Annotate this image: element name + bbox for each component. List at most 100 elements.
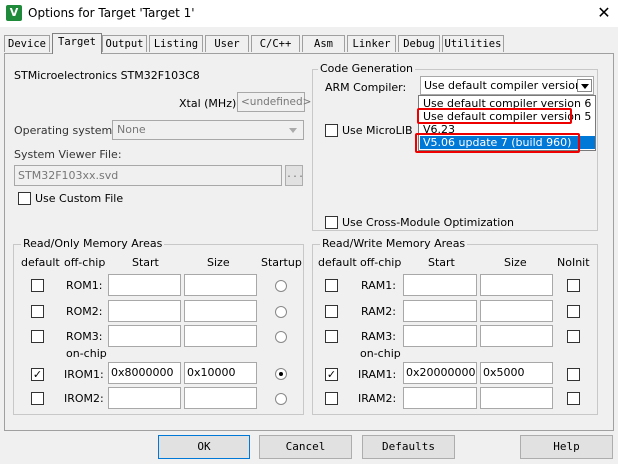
tab-user[interactable]: User (205, 35, 249, 52)
ram3-noinit-checkbox[interactable] (567, 330, 580, 343)
cross-module-label: Use Cross-Module Optimization (342, 216, 515, 229)
ram1-default-checkbox[interactable] (325, 279, 338, 292)
tab-debug[interactable]: Debug (398, 35, 440, 52)
rom3-default-checkbox[interactable] (31, 330, 44, 343)
rw-header-size: Size (504, 256, 527, 269)
ok-button[interactable]: OK (158, 435, 250, 459)
xtal-label: Xtal (MHz): (179, 97, 240, 110)
rom2-start-input[interactable] (108, 300, 181, 322)
tab-linker[interactable]: Linker (347, 35, 396, 52)
rom3-size-input[interactable] (184, 325, 257, 347)
rw-onchip-label: on-chip (360, 347, 401, 360)
irom1-start-input[interactable]: 0x8000000 (108, 362, 181, 384)
iram2-size-input[interactable] (480, 387, 553, 409)
custom-file-label: Use Custom File (35, 192, 124, 205)
ram3-size-input[interactable] (480, 325, 553, 347)
arm-compiler-select[interactable]: Use default compiler version 5 (420, 76, 594, 95)
rom3-label: ROM3: (66, 330, 103, 343)
title-bar: V Options for Target 'Target 1' ✕ (0, 0, 618, 27)
cross-module-checkbox[interactable] (325, 216, 338, 229)
rom1-start-input[interactable] (108, 274, 181, 296)
irom1-default-checkbox[interactable]: ✓ (31, 368, 44, 381)
cancel-button[interactable]: Cancel (259, 435, 352, 459)
rw-memory-title: Read/Write Memory Areas (320, 237, 468, 250)
highlight-box (417, 108, 572, 124)
ram2-default-checkbox[interactable] (325, 305, 338, 318)
rom2-default-checkbox[interactable] (31, 305, 44, 318)
svd-browse-button[interactable]: ... (285, 165, 304, 186)
irom2-label: IROM2: (64, 392, 104, 405)
ro-header-size: Size (207, 256, 230, 269)
iram2-noinit-checkbox[interactable] (567, 392, 580, 405)
ro-header-default: default (21, 256, 60, 269)
defaults-button[interactable]: Defaults (362, 435, 455, 459)
ram3-default-checkbox[interactable] (325, 330, 338, 343)
window-title: Options for Target 'Target 1' (28, 6, 195, 20)
irom1-startup-radio[interactable] (275, 368, 287, 380)
rom3-start-input[interactable] (108, 325, 181, 347)
dropdown-button[interactable] (577, 79, 592, 92)
ro-header-startup: Startup (261, 256, 302, 269)
iram2-start-input[interactable] (403, 387, 477, 409)
ram3-label: RAM3: (361, 330, 396, 343)
tab-output[interactable]: Output (102, 35, 147, 52)
tab-target[interactable]: Target (52, 33, 102, 54)
close-icon[interactable]: ✕ (592, 1, 616, 25)
rom1-size-input[interactable] (184, 274, 257, 296)
os-select[interactable]: None (112, 120, 304, 140)
microlib-checkbox[interactable] (325, 124, 338, 137)
iram1-label: IRAM1: (358, 368, 397, 381)
chevron-down-icon (581, 84, 589, 89)
xtal-input[interactable]: <undefined> (237, 92, 311, 112)
tab-c-cpp[interactable]: C/C++ (251, 35, 300, 52)
ram2-noinit-checkbox[interactable] (567, 305, 580, 318)
ro-header-offchip: off-chip (64, 256, 106, 269)
os-select-value: None (117, 123, 146, 136)
os-label: Operating system: (14, 124, 116, 137)
ro-memory-title: Read/Only Memory Areas (21, 237, 165, 250)
rom1-startup-radio[interactable] (275, 280, 287, 292)
keil-app-icon: V (6, 5, 22, 21)
ram1-noinit-checkbox[interactable] (567, 279, 580, 292)
iram1-noinit-checkbox[interactable] (567, 368, 580, 381)
iram2-default-checkbox[interactable] (325, 392, 338, 405)
arm-compiler-value: Use default compiler version 5 (424, 79, 593, 92)
ram3-start-input[interactable] (403, 325, 477, 347)
iram1-start-input[interactable]: 0x20000000 (403, 362, 477, 384)
rom2-startup-radio[interactable] (275, 306, 287, 318)
svd-input[interactable]: STM32F103xx.svd (14, 165, 282, 186)
rom1-default-checkbox[interactable] (31, 279, 44, 292)
svd-label: System Viewer File: (14, 148, 122, 161)
rom2-size-input[interactable] (184, 300, 257, 322)
highlight-box (415, 133, 580, 153)
irom1-size-input[interactable]: 0x10000 (184, 362, 257, 384)
rw-header-offchip: off-chip (360, 256, 402, 269)
device-name: STMicroelectronics STM32F103C8 (14, 69, 200, 82)
iram1-size-input[interactable]: 0x5000 (480, 362, 553, 384)
irom2-size-input[interactable] (184, 387, 257, 409)
irom2-startup-radio[interactable] (275, 393, 287, 405)
chevron-down-icon (289, 128, 297, 133)
ram2-start-input[interactable] (403, 300, 477, 322)
iram1-default-checkbox[interactable]: ✓ (325, 368, 338, 381)
tab-listing[interactable]: Listing (149, 35, 203, 52)
rom1-label: ROM1: (66, 279, 103, 292)
irom2-start-input[interactable] (108, 387, 181, 409)
help-button[interactable]: Help (520, 435, 613, 459)
arm-compiler-label: ARM Compiler: (325, 81, 407, 94)
tab-utilities[interactable]: Utilities (442, 35, 504, 52)
ro-header-start: Start (132, 256, 159, 269)
custom-file-checkbox[interactable] (18, 192, 31, 205)
ram2-size-input[interactable] (480, 300, 553, 322)
ram1-size-input[interactable] (480, 274, 553, 296)
rw-header-start: Start (428, 256, 455, 269)
ram1-label: RAM1: (361, 279, 396, 292)
ram1-start-input[interactable] (403, 274, 477, 296)
rom3-startup-radio[interactable] (275, 331, 287, 343)
irom2-default-checkbox[interactable] (31, 392, 44, 405)
tab-asm[interactable]: Asm (302, 35, 345, 52)
rom2-label: ROM2: (66, 305, 103, 318)
tab-device[interactable]: Device (4, 35, 50, 52)
rw-header-default: default (318, 256, 357, 269)
irom1-label: IROM1: (64, 368, 104, 381)
